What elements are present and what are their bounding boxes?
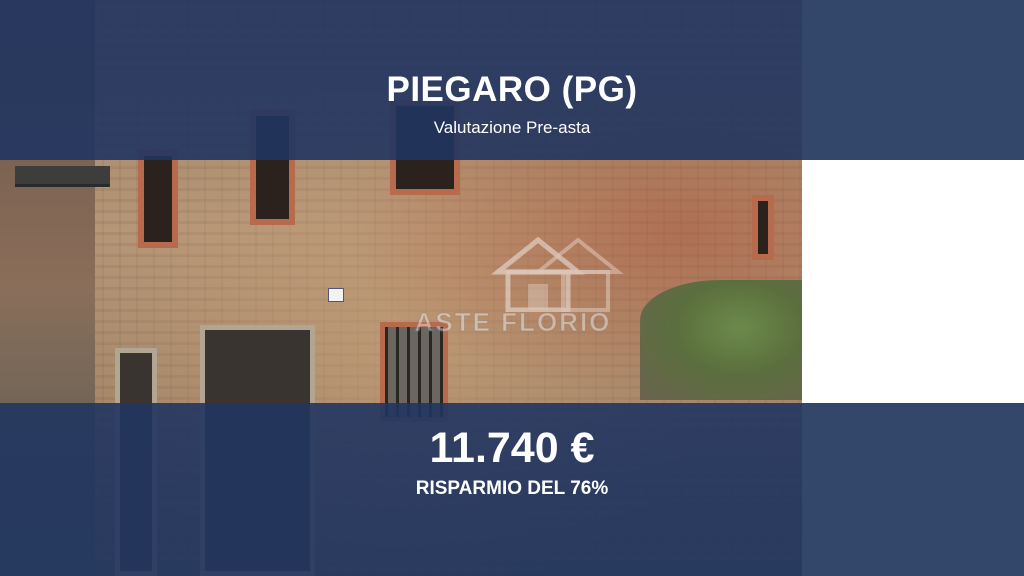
watermark-logo: ASTE FLORIO [388, 232, 638, 342]
location-title: PIEGARO (PG) [386, 70, 638, 109]
saving-label: RISPARMIO DEL 76% [415, 478, 609, 499]
house-icon [490, 236, 624, 313]
window [752, 195, 774, 260]
house-number-plaque [328, 288, 344, 302]
vegetation [640, 280, 802, 400]
valuation-subtitle: Valutazione Pre-asta [433, 118, 591, 137]
price-label: 11.740 € [429, 424, 595, 472]
window [138, 150, 178, 248]
balcony [15, 166, 110, 187]
watermark-text: ASTE FLORIO [414, 307, 612, 338]
